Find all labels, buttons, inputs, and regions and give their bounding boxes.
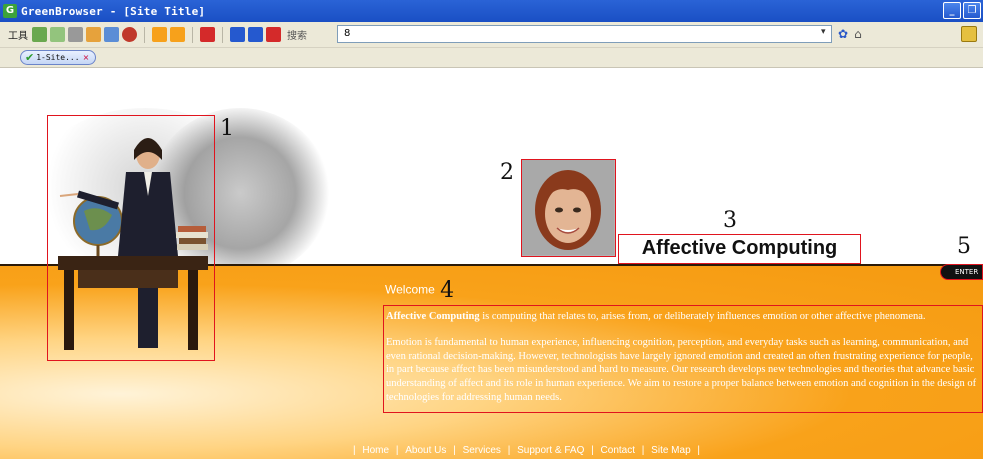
minimize-button[interactable]: _ [943, 2, 961, 19]
minimize-tab-icon[interactable] [230, 27, 245, 42]
chevron-down-icon[interactable]: ▾ [821, 27, 826, 37]
footer-sep: | [453, 445, 456, 456]
annotation-2: 2 [500, 160, 514, 185]
tab-bar: ✔ 1-Site... × [0, 48, 983, 68]
close-tab-icon[interactable] [200, 27, 215, 42]
page-headline: Affective Computing [618, 234, 861, 264]
welcome-label: Welcome [385, 282, 435, 297]
annotation-3: 3 [723, 208, 737, 233]
toolbar-divider [144, 26, 145, 43]
toolbar-divider [222, 26, 223, 43]
intro-definition: is computing that relates to, arises fro… [479, 311, 926, 322]
check-icon: ✔ [25, 51, 35, 64]
toolbar-divider [192, 26, 193, 43]
enter-button[interactable]: ENTER [940, 264, 983, 280]
footer-link-about[interactable]: About Us [405, 445, 446, 456]
back-icon[interactable] [152, 27, 167, 42]
intro-paragraph: Affective Computing is computing that re… [386, 310, 980, 324]
footer-link-contact[interactable]: Contact [601, 445, 635, 456]
footer-nav: | Home | About Us | Services | Support &… [351, 445, 702, 456]
window-title: GreenBrowser - [Site Title] [21, 4, 206, 18]
footer-sep: | [395, 445, 399, 456]
footer-link-sitemap[interactable]: Site Map [651, 445, 690, 456]
leaf-icon[interactable] [50, 27, 65, 42]
folder-icon[interactable] [961, 26, 977, 42]
footer-link-home[interactable]: Home [362, 445, 389, 456]
web-page: 1 2 3 Affective Computing 5 ENTER Welcom… [0, 68, 983, 459]
annotation-1: 1 [220, 116, 234, 141]
annotation-5: 5 [957, 234, 971, 259]
browser-logo-icon: G [3, 4, 17, 18]
title-bar: G GreenBrowser - [Site Title] _ ❐ [0, 0, 983, 22]
close-window-icon[interactable] [266, 27, 281, 42]
cart-icon[interactable]: ⌂ [854, 27, 862, 41]
restore-tab-icon[interactable] [248, 27, 263, 42]
paw-search-icon[interactable]: ✿ [838, 27, 848, 41]
footer-sep: | [507, 445, 511, 456]
restore-button[interactable]: ❐ [963, 2, 981, 19]
tab-site[interactable]: ✔ 1-Site... × [20, 50, 96, 65]
footer-sep: | [353, 445, 356, 456]
highlight-box-1 [47, 115, 215, 361]
footer-sep: | [591, 445, 594, 456]
tools-menu[interactable]: 工具 [8, 27, 28, 42]
welcome-heading: Welcome 4 [385, 278, 454, 303]
window-controls: _ ❐ [943, 2, 981, 19]
intro-text-block: Affective Computing is computing that re… [383, 305, 983, 413]
forward-icon[interactable] [170, 27, 185, 42]
annotation-4: 4 [440, 278, 455, 303]
intro-bold-term: Affective Computing [386, 311, 480, 322]
body-paragraph: Emotion is fundamental to human experien… [386, 336, 977, 403]
toolbar: 工具 搜索 8 ▾ ✿ ⌂ [0, 22, 983, 48]
footer-sep: | [697, 445, 701, 456]
avatar-face-image [521, 159, 616, 257]
toolbar-right-icons: ✿ ⌂ [838, 27, 862, 41]
search-input[interactable]: 8 [337, 25, 832, 43]
tab-label: 1-Site... [36, 53, 80, 62]
footer-link-support[interactable]: Support & FAQ [517, 445, 584, 456]
toolbar-icons [32, 26, 281, 43]
zoom-icon[interactable] [104, 27, 119, 42]
pen-icon[interactable] [32, 27, 47, 42]
stop-icon[interactable] [122, 27, 137, 42]
brush-icon[interactable] [86, 27, 101, 42]
footer-link-services[interactable]: Services [463, 445, 501, 456]
tab-close-icon[interactable]: × [83, 53, 90, 62]
diamond-icon[interactable] [68, 27, 83, 42]
search-label: 搜索 [287, 31, 307, 42]
footer-sep: | [641, 445, 645, 456]
